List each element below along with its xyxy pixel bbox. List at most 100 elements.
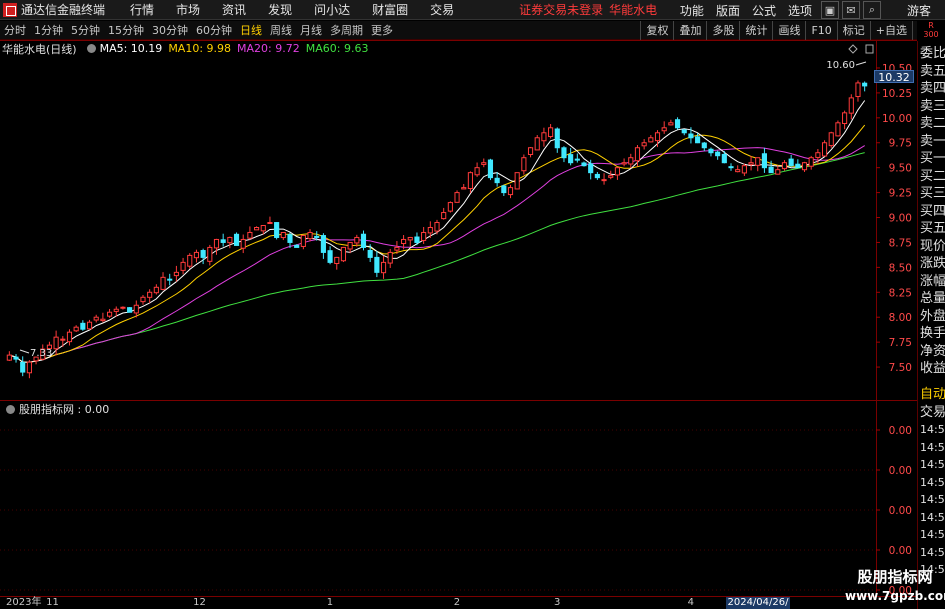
side-item-3[interactable]: 卖三 — [920, 98, 945, 115]
date-label-3: 1 — [326, 597, 334, 608]
candle-body — [354, 236, 360, 244]
side-item-13[interactable]: 涨幅 — [920, 273, 945, 290]
side-item-14[interactable]: 总量 — [920, 290, 945, 307]
sub-axis-label-3: 0.00 — [889, 545, 912, 557]
candle-body — [548, 127, 554, 138]
side-item-26[interactable]: 14:56 — [920, 491, 945, 508]
side-item-2[interactable]: 卖四 — [920, 80, 945, 97]
candle-body — [441, 212, 447, 220]
side-item-9[interactable]: 买四 — [920, 203, 945, 220]
sub-axis-label-0: 0.00 — [889, 425, 912, 437]
date-label-4: 2 — [453, 597, 461, 608]
date-label-0: 2023年 — [6, 597, 42, 608]
candle-body — [421, 231, 427, 241]
side-item-21[interactable]: 交易 — [920, 404, 945, 421]
candle-body — [140, 296, 146, 303]
diamond-icon[interactable] — [848, 44, 858, 54]
candle-body — [374, 256, 380, 273]
side-item-12[interactable]: 涨跌 — [920, 255, 945, 272]
candle-body — [534, 137, 540, 151]
side-item-29[interactable]: 14:56 — [920, 544, 945, 561]
candle-body — [848, 97, 854, 114]
candle-body — [554, 128, 560, 149]
candle-body — [220, 239, 226, 243]
side-item-28[interactable]: 14:56 — [920, 526, 945, 543]
candle-body — [167, 278, 173, 281]
candle-body — [200, 250, 206, 258]
side-item-8[interactable]: 买三 — [920, 185, 945, 202]
low-annotation: 7.33 — [30, 348, 52, 359]
side-item-15[interactable]: 外盘 — [920, 308, 945, 325]
candle-body — [501, 185, 507, 194]
price-axis-label-4: 9.50 — [889, 163, 912, 175]
kline-chart[interactable]: 10.5010.2510.009.759.509.259.008.758.508… — [0, 0, 917, 597]
candle-body — [394, 246, 400, 251]
candle-body — [654, 132, 661, 142]
side-item-0[interactable]: 委比 — [920, 45, 945, 62]
candle-body — [788, 158, 794, 167]
candle-body — [213, 238, 220, 249]
candle-body — [320, 235, 326, 253]
side-item-6[interactable]: 买一 — [920, 150, 945, 167]
candle-body — [494, 177, 500, 184]
candle-body — [481, 162, 487, 165]
candle-body — [367, 249, 373, 258]
candle-body — [360, 233, 367, 248]
candle-body — [247, 231, 253, 239]
candle-body — [86, 321, 93, 330]
side-header-bottom: 300 — [923, 30, 939, 39]
side-item-27[interactable]: 14:56 — [920, 509, 945, 526]
side-item-4[interactable]: 卖二 — [920, 115, 945, 132]
expand-icon[interactable] — [865, 44, 874, 54]
candle-body — [187, 254, 193, 267]
candle-body — [795, 163, 801, 169]
candle-body — [227, 236, 233, 244]
candle-body — [828, 132, 834, 147]
eye-icon[interactable] — [6, 404, 15, 414]
side-item-17[interactable]: 净资 — [920, 343, 945, 360]
side-item-20[interactable]: 自动 — [920, 386, 945, 403]
watermark-url: www.7gpzb.com — [845, 589, 945, 603]
candle-body — [13, 356, 19, 360]
candle-body — [407, 236, 413, 241]
side-item-23[interactable]: 14:56 — [920, 439, 945, 456]
side-item-22[interactable]: 14:56 — [920, 421, 945, 438]
candle-body — [207, 246, 213, 262]
side-item-11[interactable]: 现价 — [920, 238, 945, 255]
sub-indicator-label: 股朋指标网 : 0.00 — [19, 403, 110, 416]
candle-body — [53, 336, 59, 350]
candle-body — [20, 361, 26, 373]
candle-body — [808, 157, 814, 167]
ma20-line — [9, 145, 865, 363]
candle-body — [648, 137, 654, 143]
side-item-5[interactable]: 卖一 — [920, 133, 945, 150]
candle-body — [80, 322, 86, 330]
ma-legend-0: MA5: 10.19 — [99, 42, 163, 55]
watermark: 股朋指标网 www.7gpzb.com — [845, 566, 945, 609]
candle-body — [701, 142, 707, 149]
candle-body — [120, 306, 126, 309]
candle-body — [755, 157, 761, 166]
date-label-2: 12 — [193, 597, 206, 608]
eye-icon[interactable] — [86, 44, 96, 53]
candle-body — [254, 226, 260, 231]
candle-body — [708, 148, 714, 154]
candle-body — [601, 179, 607, 182]
side-item-24[interactable]: 14:56 — [920, 456, 945, 473]
candle-body — [821, 142, 828, 157]
low-annotation-arrow — [19, 349, 30, 354]
side-item-10[interactable]: 买五 — [920, 220, 945, 237]
candle-body — [541, 132, 547, 142]
side-item-7[interactable]: 买二 — [920, 168, 945, 185]
candle-body — [614, 167, 620, 176]
price-axis-label-2: 10.00 — [882, 113, 912, 125]
side-item-1[interactable]: 卖五 — [920, 63, 945, 80]
candle-body — [240, 238, 246, 249]
date-axis: 2024/04/26/五 2023年11121234 — [0, 597, 917, 609]
side-item-16[interactable]: 换手 — [920, 325, 945, 342]
side-item-25[interactable]: 14:56 — [920, 474, 945, 491]
candle-body — [153, 286, 159, 294]
candle-body — [594, 173, 600, 179]
side-item-18[interactable]: 收益 — [920, 360, 945, 377]
candle-body — [621, 162, 627, 165]
